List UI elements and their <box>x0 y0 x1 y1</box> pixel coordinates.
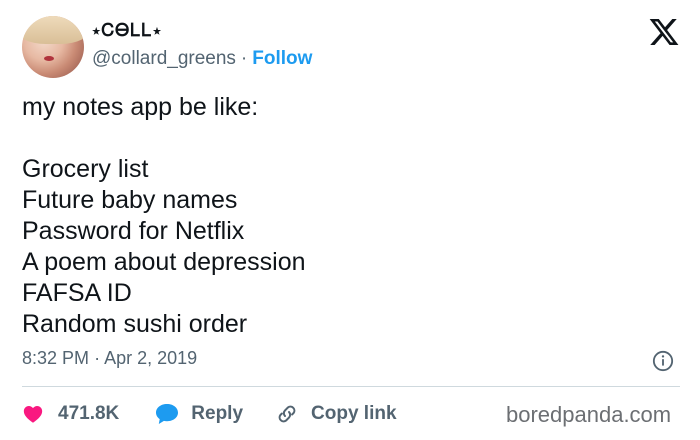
tweet-text: my notes app be like: Grocery list Futur… <box>22 93 306 338</box>
avatar-hair <box>22 16 84 44</box>
timestamp-separator: · <box>94 348 101 368</box>
like-button[interactable]: 471.8K <box>22 403 119 425</box>
tweet-card: ⋆ᏟᎾᏞᏞ⋆ @collard_greens · Follow my notes a… <box>0 0 700 440</box>
tweet-date: Apr 2, 2019 <box>104 348 198 368</box>
follow-button[interactable]: Follow <box>252 48 312 69</box>
tweet-time: 8:32 PM <box>22 348 90 368</box>
handle-row: @collard_greens · Follow <box>92 48 312 70</box>
tweet-timestamp[interactable]: 8:32 PM · Apr 2, 2019 <box>22 348 197 369</box>
reply-button[interactable]: Reply <box>155 403 243 425</box>
handle-separator: · <box>240 48 248 69</box>
speech-bubble-icon <box>156 404 179 424</box>
watermark: boredpanda.com <box>506 402 672 427</box>
info-icon[interactable] <box>652 350 674 372</box>
x-logo-icon[interactable] <box>648 16 680 48</box>
reply-label: Reply <box>191 403 244 424</box>
copy-link-label: Copy link <box>311 403 397 424</box>
like-count: 471.8K <box>58 403 120 424</box>
avatar[interactable] <box>22 16 84 78</box>
copy-link-button[interactable]: Copy link <box>275 402 397 426</box>
display-name[interactable]: ⋆ᏟᎾᏞᏞ⋆ <box>92 20 162 41</box>
avatar-lips <box>44 56 54 61</box>
heart-icon <box>23 406 43 423</box>
divider <box>22 386 680 387</box>
link-icon <box>278 405 296 423</box>
action-bar: 471.8K Reply Copy link <box>22 400 397 428</box>
user-handle[interactable]: @collard_greens <box>92 48 236 69</box>
